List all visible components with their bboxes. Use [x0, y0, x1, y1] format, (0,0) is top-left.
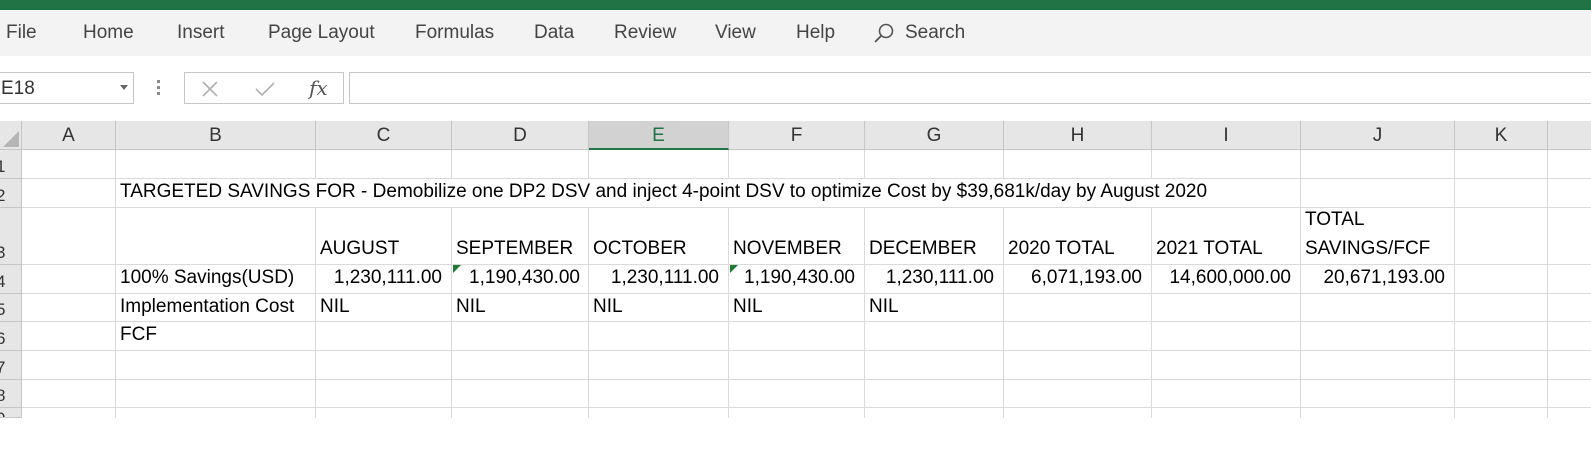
column-header-h[interactable]: H: [1004, 121, 1152, 150]
gridline: [1003, 208, 1004, 418]
row-header-8[interactable]: 8: [0, 380, 22, 408]
cell-c4[interactable]: 1,230,111.00: [316, 267, 442, 289]
cell-h4[interactable]: 6,071,193.00: [1004, 267, 1142, 289]
column-header-k[interactable]: K: [1455, 121, 1548, 150]
gridline: [588, 208, 589, 418]
row-label-savings[interactable]: 100% Savings(USD): [120, 267, 294, 289]
gridline: [1003, 150, 1004, 179]
row-header-6[interactable]: 6: [0, 322, 22, 351]
formula-bar: E18 fx: [0, 56, 1591, 118]
gridline: [115, 150, 116, 418]
tab-view[interactable]: View: [715, 22, 756, 44]
row-header-5[interactable]: 5: [0, 294, 22, 322]
tab-review[interactable]: Review: [614, 22, 676, 44]
column-header-a[interactable]: A: [22, 121, 116, 150]
header-august[interactable]: AUGUST: [320, 238, 399, 260]
header-september[interactable]: SEPTEMBER: [456, 238, 573, 260]
column-header-c[interactable]: C: [316, 121, 452, 150]
header-2021-total[interactable]: 2021 TOTAL: [1156, 238, 1263, 260]
row-header-4[interactable]: 4: [0, 265, 22, 294]
gridline: [22, 293, 1591, 294]
gridline: [22, 264, 1591, 265]
gridline: [1151, 208, 1152, 418]
search-label: Search: [905, 22, 966, 43]
gridline: [588, 150, 589, 179]
search-icon: [874, 23, 894, 43]
row-header-3[interactable]: 3: [0, 208, 22, 265]
gridline: [1547, 150, 1548, 418]
column-header-b[interactable]: B: [116, 121, 316, 150]
gridline: [22, 407, 1591, 408]
blank-area: [0, 418, 1591, 472]
row-header-1[interactable]: 1: [0, 150, 22, 179]
header-october[interactable]: OCTOBER: [593, 238, 687, 260]
cell-j4[interactable]: 20,671,193.00: [1301, 267, 1445, 289]
gridline: [864, 150, 865, 179]
cell-g5[interactable]: NIL: [869, 296, 899, 318]
app-title-bar: [0, 0, 1591, 10]
row-header-2[interactable]: 2: [0, 179, 22, 208]
row-header-9[interactable]: 9: [0, 408, 22, 418]
gridline: [451, 150, 452, 179]
header-2020-total[interactable]: 2020 TOTAL: [1008, 238, 1115, 260]
tab-help[interactable]: Help: [796, 22, 835, 44]
chevron-down-icon[interactable]: [120, 85, 128, 90]
cell-f5[interactable]: NIL: [733, 296, 763, 318]
header-december[interactable]: DECEMBER: [869, 238, 977, 260]
drag-handle-icon[interactable]: [157, 80, 161, 98]
column-header-j[interactable]: J: [1301, 121, 1455, 150]
sheet-title-cell[interactable]: TARGETED SAVINGS FOR - Demobilize one DP…: [120, 181, 1207, 203]
gridline: [728, 208, 729, 418]
tab-formulas[interactable]: Formulas: [415, 22, 494, 44]
tab-data[interactable]: Data: [534, 22, 574, 44]
gridline: [22, 350, 1591, 351]
header-november[interactable]: NOVEMBER: [733, 238, 842, 260]
tab-page-layout[interactable]: Page Layout: [268, 22, 375, 44]
tab-home[interactable]: Home: [83, 22, 134, 44]
gridline: [1151, 150, 1152, 179]
cell-c5[interactable]: NIL: [320, 296, 350, 318]
name-box-value: E18: [1, 78, 35, 99]
gridline: [22, 207, 1591, 208]
enter-check-icon[interactable]: [255, 81, 275, 97]
tab-file[interactable]: File: [6, 22, 37, 44]
column-header-d[interactable]: D: [452, 121, 589, 150]
cell-d4[interactable]: 1,190,430.00: [452, 267, 580, 289]
gridline: [22, 379, 1591, 380]
column-header-g[interactable]: G: [865, 121, 1004, 150]
cell-e5[interactable]: NIL: [593, 296, 623, 318]
formula-input[interactable]: [349, 72, 1591, 104]
formula-buttons: fx: [184, 72, 344, 104]
column-header-f[interactable]: F: [729, 121, 865, 150]
cell-i4[interactable]: 14,600,000.00: [1152, 267, 1291, 289]
ribbon-tabs: File Home Insert Page Layout Formulas Da…: [0, 10, 1591, 57]
cell-e4[interactable]: 1,230,111.00: [589, 267, 719, 289]
gridline: [22, 178, 1591, 179]
gridline: [451, 208, 452, 418]
row-header-7[interactable]: 7: [0, 351, 22, 380]
gridline: [315, 208, 316, 418]
column-header-l[interactable]: [1548, 121, 1591, 150]
gridline: [864, 208, 865, 418]
gridline: [1454, 150, 1455, 418]
cell-f4[interactable]: 1,190,430.00: [729, 267, 855, 289]
row-label-fcf[interactable]: FCF: [120, 324, 157, 346]
header-total-line1[interactable]: TOTAL: [1305, 209, 1364, 231]
cancel-icon[interactable]: [202, 81, 218, 97]
gridline: [22, 321, 1591, 322]
header-total-line2[interactable]: SAVINGS/FCF: [1305, 238, 1430, 260]
name-box[interactable]: E18: [0, 72, 134, 104]
row-label-implementation-cost[interactable]: Implementation Cost: [120, 296, 294, 318]
cell-g4[interactable]: 1,230,111.00: [865, 267, 994, 289]
tab-insert[interactable]: Insert: [177, 22, 225, 44]
cell-d5[interactable]: NIL: [456, 296, 486, 318]
select-all-button[interactable]: [0, 121, 22, 150]
gridline: [315, 150, 316, 179]
column-header-i[interactable]: I: [1152, 121, 1301, 150]
gridline: [728, 150, 729, 179]
column-header-e[interactable]: E: [589, 121, 729, 150]
insert-function-icon[interactable]: fx: [309, 76, 328, 100]
